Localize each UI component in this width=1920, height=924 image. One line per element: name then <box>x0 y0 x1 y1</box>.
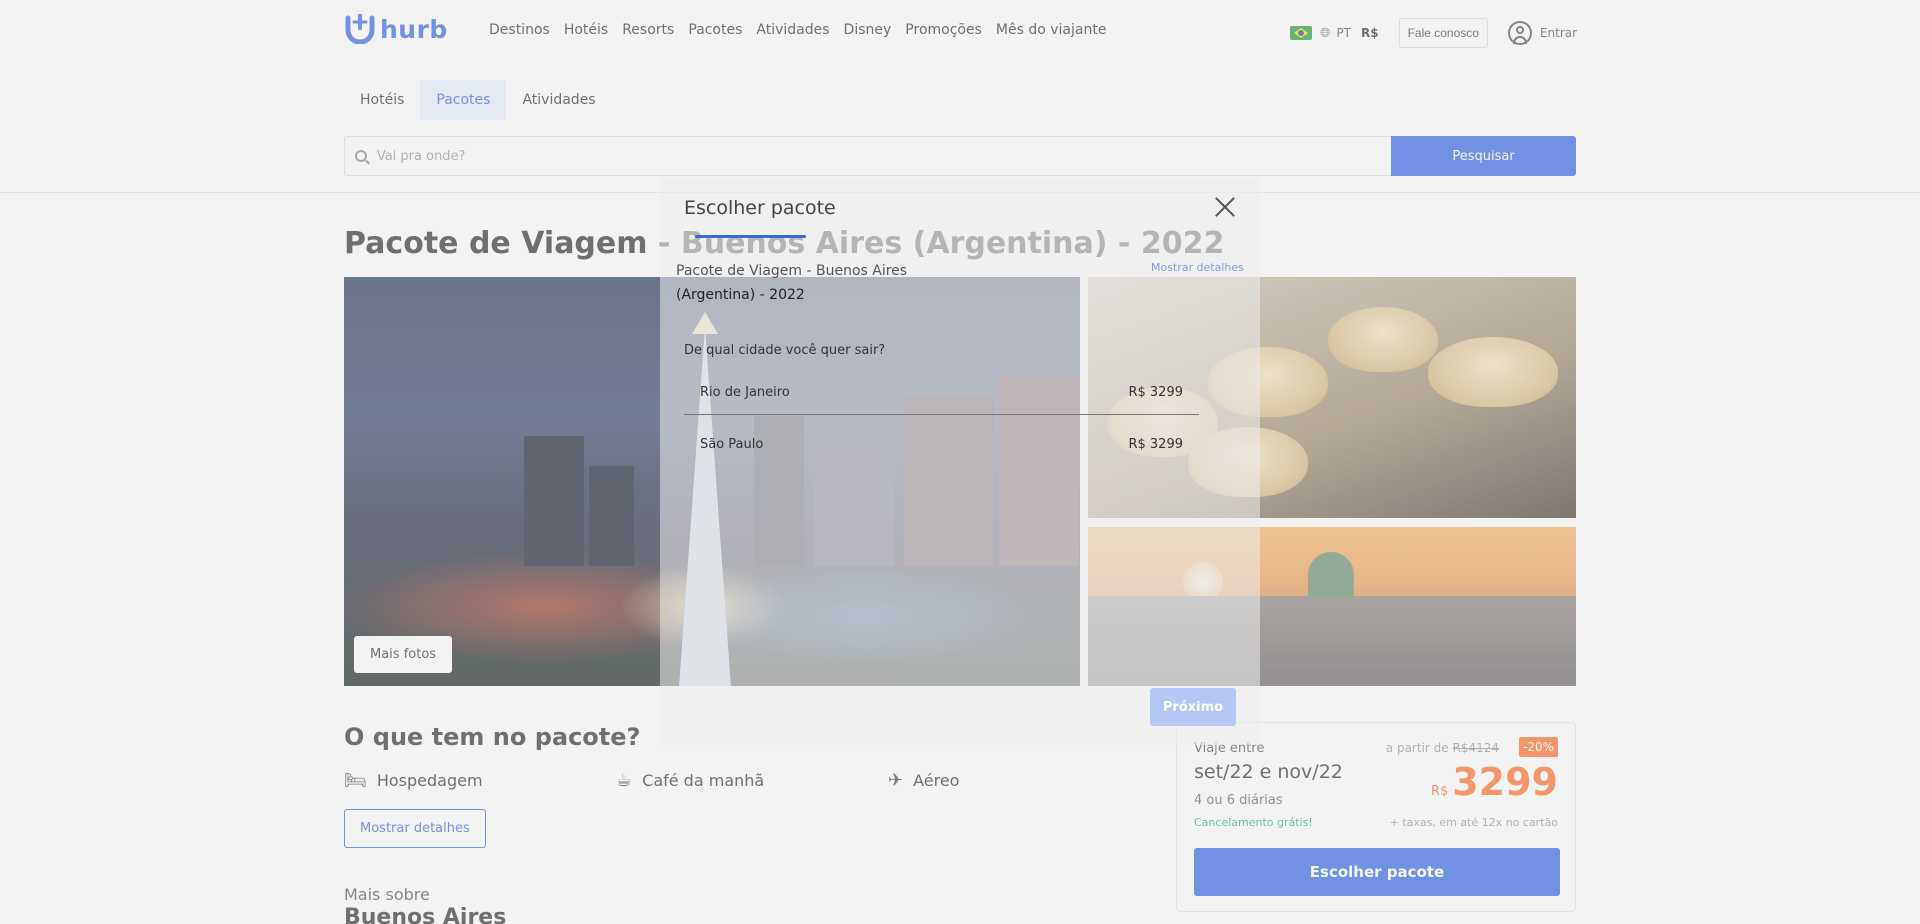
modal-progress-bar <box>695 235 806 238</box>
modal-title: Escolher pacote <box>684 197 836 219</box>
choose-package-modal: Escolher pacote Pacote de Viagem - Bueno… <box>660 178 1260 745</box>
departure-option[interactable]: São Paulo R$ 3299 <box>684 422 1199 466</box>
close-icon[interactable] <box>1211 193 1239 221</box>
modal-package-title: Pacote de Viagem - Buenos Aires (Argenti… <box>676 259 926 307</box>
departure-question: De qual cidade você quer sair? <box>684 343 886 358</box>
departure-price: R$ 3299 <box>1128 436 1183 452</box>
package-title-line-1: Pacote de Viagem - Buenos Aires <box>676 263 908 279</box>
modal-show-details-link[interactable]: Mostrar detalhes <box>1151 261 1244 274</box>
departure-city: São Paulo <box>700 436 764 452</box>
departure-option[interactable]: Rio de Janeiro R$ 3299 <box>684 371 1199 415</box>
package-title-line-2: (Argentina) - 2022 <box>676 287 805 303</box>
departure-city: Rio de Janeiro <box>700 385 790 400</box>
next-button[interactable]: Próximo <box>1150 688 1236 726</box>
departure-price: R$ 3299 <box>1128 385 1183 400</box>
